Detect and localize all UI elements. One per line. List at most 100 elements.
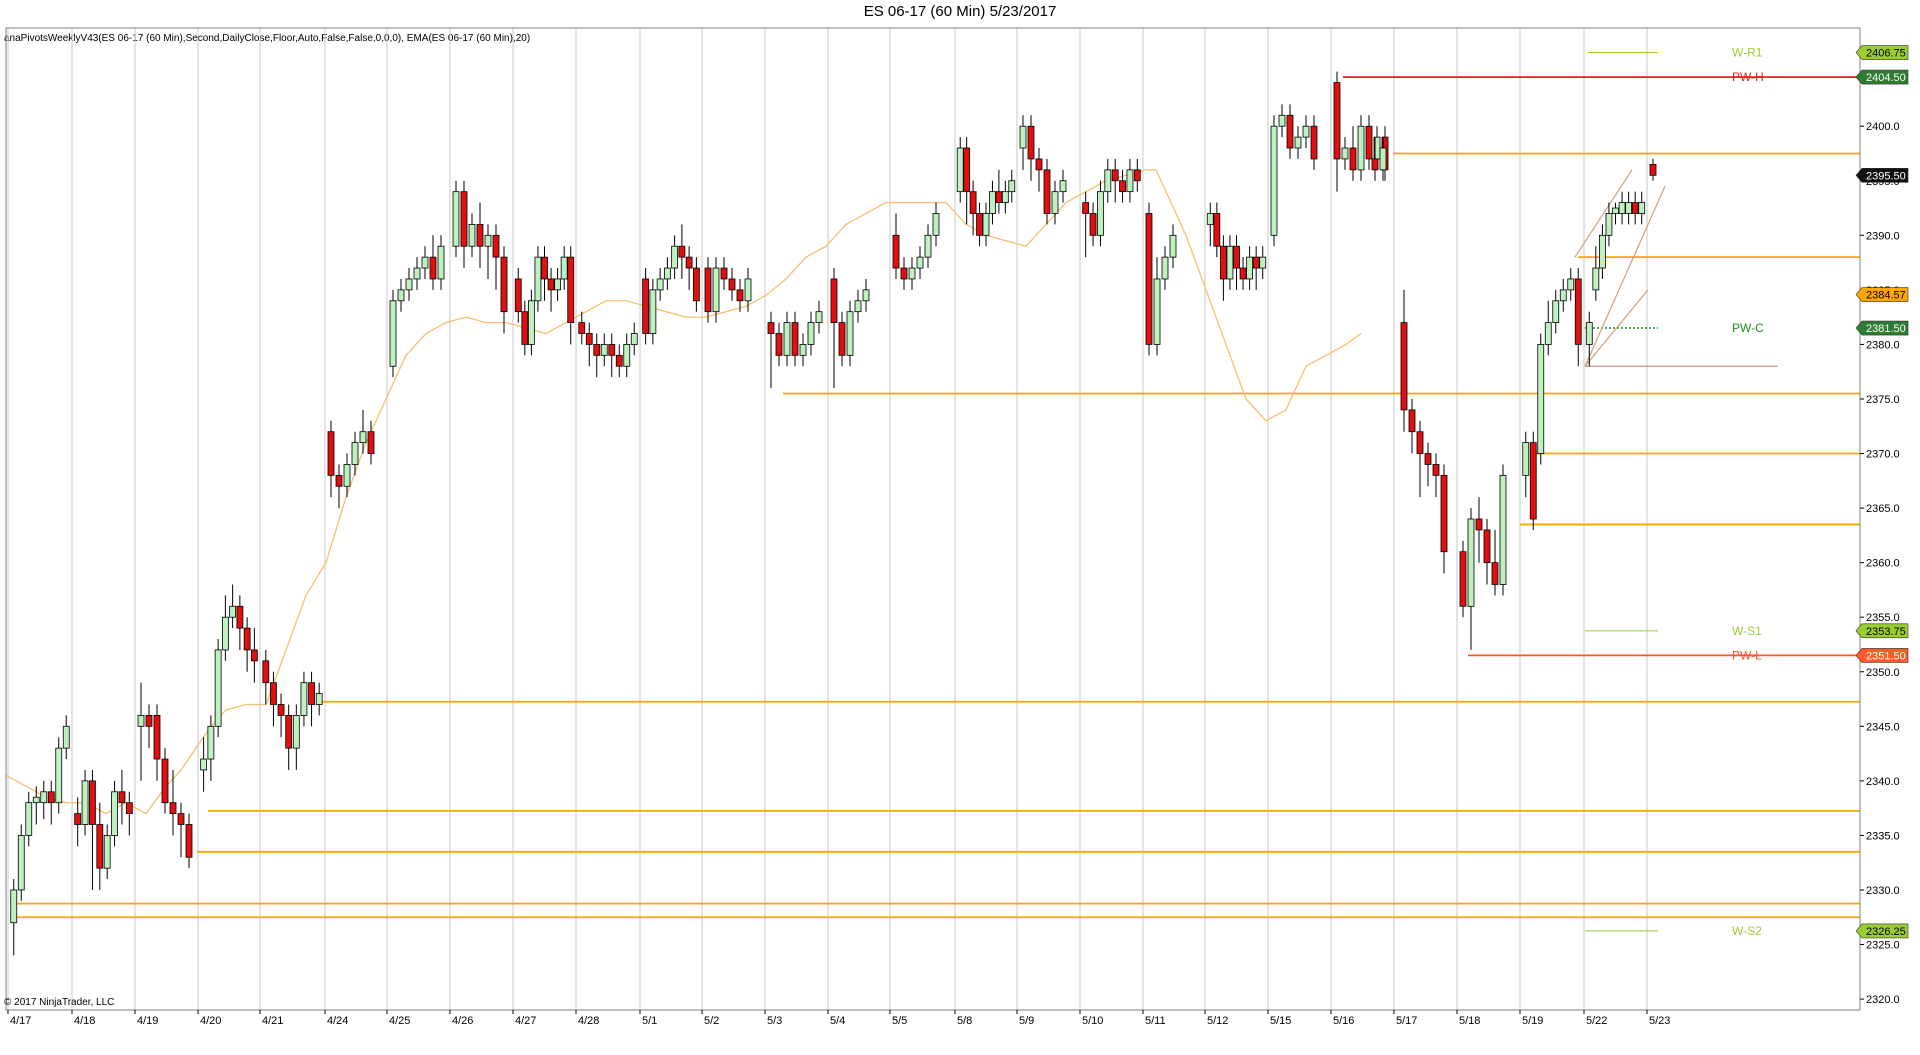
candle: [995, 191, 1003, 203]
x-tick-label: 4/28: [578, 1015, 599, 1027]
candle: [351, 442, 359, 465]
candle: [783, 322, 791, 356]
candle: [593, 344, 601, 356]
candle: [736, 289, 744, 302]
candle: [1522, 442, 1530, 476]
ema-layer: [5, 169, 1362, 815]
candle: [1286, 114, 1294, 149]
candle: [1440, 474, 1448, 553]
y-tick-label: 2400.0: [1866, 121, 1900, 133]
candle: [1252, 256, 1260, 269]
candle: [642, 278, 650, 334]
candle: [1365, 125, 1373, 160]
candle: [405, 278, 413, 291]
candle: [554, 278, 562, 291]
candle: [1104, 169, 1112, 193]
candle: [585, 333, 593, 345]
candle: [277, 704, 285, 716]
y-tick-label: 2380.0: [1866, 339, 1900, 351]
candle: [1082, 202, 1090, 214]
candle: [468, 223, 476, 247]
candle: [1126, 169, 1134, 193]
candle: [534, 256, 542, 302]
candle: [1169, 234, 1177, 258]
candle: [521, 311, 529, 345]
candle: [692, 267, 700, 302]
candle: [608, 344, 616, 356]
x-tick-label: 4/27: [515, 1015, 536, 1027]
y-tick-label: 2340.0: [1866, 776, 1900, 788]
candle: [1491, 562, 1499, 585]
candle: [161, 758, 169, 804]
candle: [397, 289, 405, 302]
candle: [32, 796, 40, 804]
x-tick-label: 4/26: [452, 1015, 473, 1027]
candle: [514, 278, 522, 313]
candle: [236, 605, 244, 629]
y-tick-label: 2330.0: [1866, 885, 1900, 897]
ema-line: [5, 169, 1362, 815]
level-layer: [10, 52, 1860, 932]
candle: [214, 649, 222, 727]
candle: [1213, 213, 1221, 247]
candle: [55, 747, 63, 804]
candle: [1371, 158, 1379, 171]
candle: [292, 715, 300, 749]
pivot-label: PW-L: [1732, 648, 1762, 662]
candle: [207, 725, 215, 760]
price-chart[interactable]: 4/17 4/18 4/19 4/20 4/21 4/24 4/25 4/26 4/27 4/28…: [0, 0, 1920, 1055]
candle: [1638, 202, 1646, 214]
candle: [1145, 213, 1153, 345]
candle: [96, 824, 104, 869]
candle: [615, 354, 623, 367]
candle: [500, 256, 508, 313]
x-tick-label: 5/5: [892, 1015, 907, 1027]
candle-layer: [10, 71, 1657, 956]
candle: [815, 311, 823, 324]
candle: [1294, 136, 1302, 149]
x-tick-label: 4/24: [327, 1015, 348, 1027]
candle: [671, 245, 679, 269]
candle: [1226, 245, 1234, 280]
candle: [862, 289, 870, 302]
pivot-label: W-S2: [1732, 924, 1762, 938]
x-tick-label: 5/15: [1270, 1015, 1291, 1027]
y-tick-label: 2320.0: [1866, 994, 1900, 1006]
candle: [262, 660, 270, 684]
candle: [74, 813, 82, 825]
pivot-label: W-R1: [1732, 46, 1763, 60]
y-tick-label: 2355.0: [1866, 612, 1900, 624]
plot-border: [5, 27, 1861, 1011]
candle: [452, 191, 460, 247]
candle: [200, 758, 208, 771]
candle: [1349, 147, 1357, 171]
candle: [1001, 191, 1009, 203]
x-tick-label: 5/4: [830, 1015, 845, 1027]
candle: [315, 693, 323, 705]
candle: [429, 256, 437, 280]
x-tick-label: 4/17: [10, 1015, 31, 1027]
candle: [1270, 125, 1278, 236]
price-tag-text: 2384.57: [1866, 290, 1906, 302]
candle: [169, 802, 177, 815]
price-tag-text: 2381.50: [1866, 323, 1906, 335]
candle: [1408, 409, 1416, 433]
candle: [437, 245, 445, 280]
candle: [1043, 169, 1051, 214]
x-tick-label: 5/10: [1082, 1015, 1103, 1027]
candle: [807, 322, 815, 345]
candle: [1400, 322, 1408, 411]
candle: [744, 278, 752, 302]
candle: [956, 147, 964, 193]
x-tick-label: 5/9: [1019, 1015, 1034, 1027]
candle: [62, 725, 70, 749]
candle: [1008, 180, 1016, 193]
axis-layer: 4/17 4/18 4/19 4/20 4/21 4/24 4/25 4/26 4/27 4/28…: [5, 27, 1900, 1027]
candle: [892, 234, 900, 269]
candle: [1475, 518, 1483, 531]
candle: [1259, 256, 1267, 269]
candle: [1119, 180, 1126, 193]
x-tick-label: 5/19: [1522, 1015, 1543, 1027]
candle: [908, 267, 916, 280]
x-tick-label: 5/17: [1396, 1015, 1417, 1027]
